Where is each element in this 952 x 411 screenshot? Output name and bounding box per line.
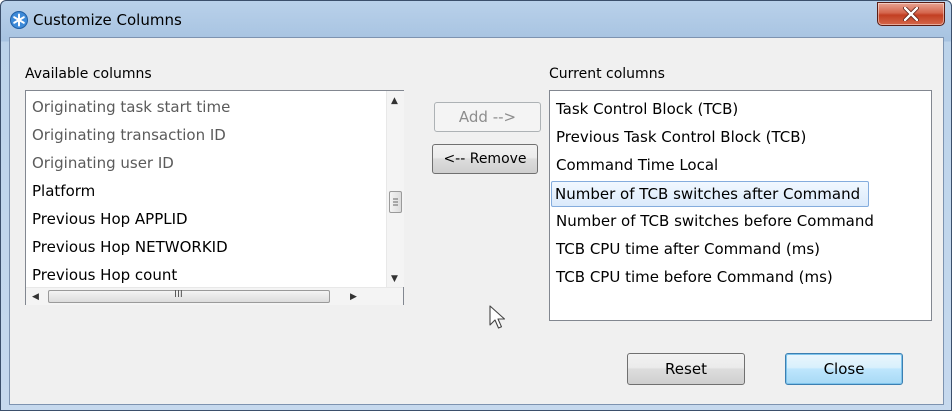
list-item[interactable]: Originating user ID: [32, 154, 174, 172]
list-item[interactable]: Originating task start time: [32, 98, 230, 116]
list-item[interactable]: Originating transaction ID: [32, 126, 226, 144]
grip-icon: [393, 198, 398, 206]
current-columns-list[interactable]: Task Control Block (TCB) Previous Task C…: [549, 90, 932, 321]
remove-button[interactable]: <-- Remove: [432, 144, 538, 174]
list-item[interactable]: Task Control Block (TCB): [556, 100, 738, 118]
scroll-thumb[interactable]: [389, 191, 402, 213]
title-bar[interactable]: Customize Columns: [1, 1, 951, 37]
list-item-selected[interactable]: Number of TCB switches after Command: [551, 181, 870, 207]
add-button[interactable]: Add -->: [434, 102, 541, 132]
scroll-up-icon[interactable]: ▲: [391, 96, 398, 106]
list-item[interactable]: Platform: [32, 182, 95, 200]
list-item[interactable]: Previous Hop APPLID: [32, 210, 188, 228]
vertical-scrollbar[interactable]: ▲ ▼: [386, 91, 404, 287]
app-icon: [10, 11, 28, 29]
current-columns-label: Current columns: [549, 66, 665, 82]
list-item[interactable]: Number of TCB switches before Command: [556, 212, 874, 230]
window-title: Customize Columns: [33, 11, 182, 29]
window-close-button[interactable]: [877, 2, 945, 26]
available-columns-label: Available columns: [25, 66, 152, 82]
dialog-body: Available columns Current columns Origin…: [9, 37, 944, 405]
list-item[interactable]: TCB CPU time before Command (ms): [556, 268, 833, 286]
scroll-left-icon[interactable]: ◀: [32, 292, 39, 302]
list-item[interactable]: Previous Hop NETWORKID: [32, 238, 228, 256]
list-item[interactable]: Previous Task Control Block (TCB): [556, 128, 806, 146]
list-item[interactable]: Command Time Local: [556, 156, 718, 174]
close-button[interactable]: Close: [785, 353, 903, 385]
available-columns-list[interactable]: Originating task start time Originating …: [25, 90, 404, 305]
close-icon: [903, 7, 919, 21]
list-item[interactable]: Previous Hop count: [32, 266, 177, 284]
scroll-down-icon[interactable]: ▼: [391, 274, 398, 284]
horizontal-scroll-thumb[interactable]: III: [48, 289, 330, 303]
grip-label: III: [174, 289, 183, 300]
reset-button[interactable]: Reset: [627, 353, 745, 385]
horizontal-scrollbar[interactable]: ◀ III ▶: [26, 287, 403, 305]
mouse-pointer-icon: [489, 305, 506, 329]
customize-columns-dialog: Customize Columns Available columns Curr…: [0, 0, 952, 411]
scroll-right-icon[interactable]: ▶: [350, 292, 357, 302]
list-item[interactable]: TCB CPU time after Command (ms): [556, 240, 820, 258]
